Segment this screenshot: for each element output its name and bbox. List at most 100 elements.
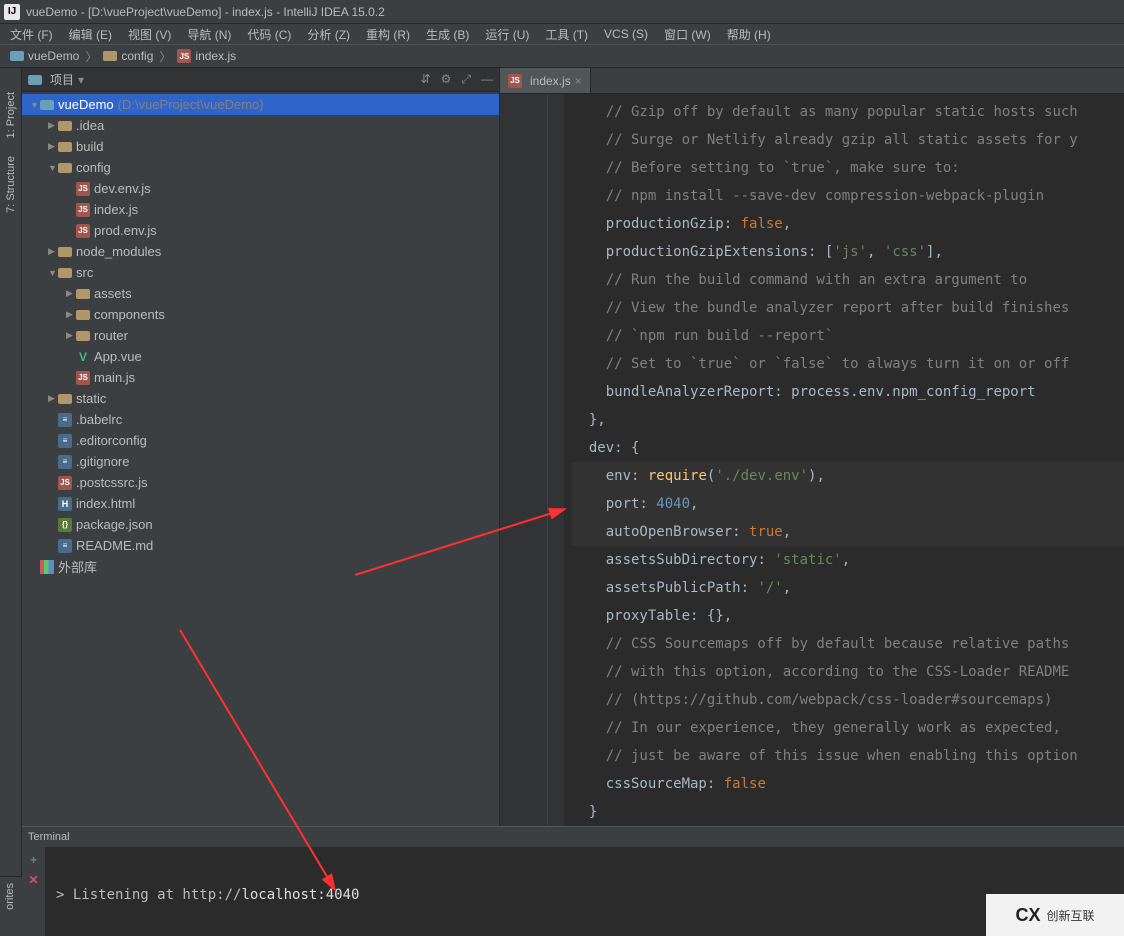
- terminal-close-icon[interactable]: ✕: [28, 873, 38, 887]
- breadcrumb-label: index.js: [195, 49, 236, 63]
- breadcrumb-bar: vueDemo〉config〉JSindex.js: [0, 44, 1124, 68]
- tree-arrow-icon[interactable]: ▶: [48, 246, 58, 257]
- code-content[interactable]: // Gzip off by default as many popular s…: [564, 94, 1124, 936]
- tree-label: index.js: [94, 202, 138, 217]
- tree-label: .editorconfig: [76, 433, 147, 448]
- project-view-icon: [28, 75, 42, 85]
- tree-row[interactable]: ▶node_modules: [22, 241, 499, 262]
- line-number-gutter: [500, 94, 548, 936]
- file-icon: ≡: [58, 413, 72, 427]
- collapse-icon[interactable]: ⤢: [461, 72, 471, 87]
- tree-arrow-icon[interactable]: ▶: [48, 393, 58, 404]
- tree-row[interactable]: ▶ components: [22, 304, 499, 325]
- folder-icon: [58, 394, 72, 404]
- tool-window-tab[interactable]: 7: Structure: [5, 152, 17, 217]
- tree-row[interactable]: ≡ .editorconfig: [22, 430, 499, 451]
- tree-row[interactable]: Hindex.html: [22, 493, 499, 514]
- tool-window-tab[interactable]: 1: Project: [5, 88, 17, 142]
- menu-item[interactable]: 代码 (C): [241, 26, 297, 43]
- tree-row[interactable]: JSmain.js: [22, 367, 499, 388]
- favorites-tab-label: orites: [0, 877, 20, 916]
- tree-row[interactable]: ▶ assets: [22, 283, 499, 304]
- code-line: },: [572, 406, 1124, 434]
- tree-row[interactable]: ≡.babelrc: [22, 409, 499, 430]
- menu-item[interactable]: 工具 (T): [539, 26, 594, 43]
- tree-label: 外部库: [58, 557, 97, 576]
- dropdown-icon[interactable]: ▾: [78, 73, 84, 87]
- gear-icon[interactable]: ⚙: [441, 72, 452, 87]
- favorites-tool-stripe[interactable]: orites: [0, 876, 22, 936]
- tree-row[interactable]: JSprod.env.js: [22, 220, 499, 241]
- js-file-icon: JS: [76, 182, 90, 196]
- code-line: // Set to `true` or `false` to always tu…: [572, 350, 1124, 378]
- breadcrumb-item[interactable]: vueDemo: [6, 49, 83, 63]
- tree-label: .gitignore: [76, 454, 129, 469]
- menu-item[interactable]: 窗口 (W): [658, 26, 717, 43]
- tree-row[interactable]: ≡README.md: [22, 535, 499, 556]
- tree-label: package.json: [76, 517, 153, 532]
- code-line: port: 4040,: [572, 490, 1124, 518]
- tree-arrow-icon[interactable]: ▶: [48, 120, 58, 131]
- code-line: // Gzip off by default as many popular s…: [572, 98, 1124, 126]
- menu-item[interactable]: 生成 (B): [420, 26, 475, 43]
- menu-item[interactable]: 视图 (V): [122, 26, 177, 43]
- tree-row[interactable]: ≡ .gitignore: [22, 451, 499, 472]
- breadcrumb-separator-icon: 〉: [85, 48, 97, 65]
- menu-item[interactable]: 重构 (R): [360, 26, 416, 43]
- tree-arrow-icon[interactable]: ▶: [48, 141, 58, 152]
- project-tree[interactable]: ▼vueDemo (D:\vueProject\vueDemo)▶.idea▶b…: [22, 92, 499, 936]
- code-line: productionGzip: false,: [572, 210, 1124, 238]
- tree-arrow-icon[interactable]: ▶: [66, 330, 76, 341]
- tree-arrow-icon[interactable]: ▶: [66, 309, 76, 320]
- tree-row[interactable]: JS.postcssrc.js: [22, 472, 499, 493]
- tree-arrow-icon[interactable]: ▼: [30, 100, 40, 110]
- tree-row[interactable]: ▶build: [22, 136, 499, 157]
- tree-row[interactable]: ▼vueDemo (D:\vueProject\vueDemo): [22, 94, 499, 115]
- code-line: // Before setting to `true`, make sure t…: [572, 154, 1124, 182]
- close-icon[interactable]: ×: [575, 74, 582, 88]
- breadcrumb-item[interactable]: config: [99, 49, 157, 63]
- tree-row[interactable]: ▼src: [22, 262, 499, 283]
- tree-arrow-icon[interactable]: ▼: [48, 268, 58, 278]
- menu-item[interactable]: 导航 (N): [181, 26, 237, 43]
- terminal-output-host: localhost:4040: [241, 887, 359, 903]
- tree-arrow-icon[interactable]: ▼: [48, 163, 58, 173]
- terminal-header[interactable]: Terminal: [22, 827, 1124, 847]
- folder-icon: [58, 121, 72, 131]
- tree-row[interactable]: JSdev.env.js: [22, 178, 499, 199]
- file-icon: ≡: [58, 539, 72, 553]
- editor-body[interactable]: // Gzip off by default as many popular s…: [500, 94, 1124, 936]
- code-line: productionGzipExtensions: ['js', 'css'],: [572, 238, 1124, 266]
- js-file-icon: JS: [508, 74, 522, 88]
- breadcrumb-item[interactable]: JSindex.js: [173, 49, 240, 63]
- terminal-content[interactable]: > Listening at http://localhost:4040: [46, 847, 1124, 936]
- tree-label: assets: [94, 286, 132, 301]
- terminal-new-icon[interactable]: +: [30, 853, 37, 867]
- tree-row[interactable]: ▼config: [22, 157, 499, 178]
- menu-item[interactable]: VCS (S): [598, 27, 654, 41]
- tree-row[interactable]: ▶router: [22, 325, 499, 346]
- folder-icon: [103, 51, 117, 61]
- terminal-panel: Terminal + ✕ > Listening at http://local…: [22, 826, 1124, 936]
- tree-label: prod.env.js: [94, 223, 157, 238]
- tree-row[interactable]: ▶.idea: [22, 115, 499, 136]
- file-icon: ≡: [58, 455, 72, 469]
- menu-item[interactable]: 运行 (U): [479, 26, 535, 43]
- tree-row[interactable]: 外部库: [22, 556, 499, 577]
- folder-icon: [58, 268, 72, 278]
- tree-row[interactable]: VApp.vue: [22, 346, 499, 367]
- autoscroll-icon[interactable]: ⇵: [421, 72, 431, 87]
- menu-item[interactable]: 编辑 (E): [63, 26, 118, 43]
- tree-row[interactable]: {}package.json: [22, 514, 499, 535]
- menu-item[interactable]: 分析 (Z): [301, 26, 356, 43]
- tree-row[interactable]: ▶static: [22, 388, 499, 409]
- menu-item[interactable]: 文件 (F): [4, 26, 59, 43]
- folder-icon: [58, 247, 72, 257]
- tree-label: components: [94, 307, 165, 322]
- tree-row[interactable]: JSindex.js: [22, 199, 499, 220]
- file-icon: ≡: [58, 434, 72, 448]
- tree-arrow-icon[interactable]: ▶: [66, 288, 76, 299]
- editor-tab-index-js[interactable]: JS index.js ×: [500, 68, 591, 93]
- menu-item[interactable]: 帮助 (H): [721, 26, 777, 43]
- hide-icon[interactable]: —: [481, 72, 493, 87]
